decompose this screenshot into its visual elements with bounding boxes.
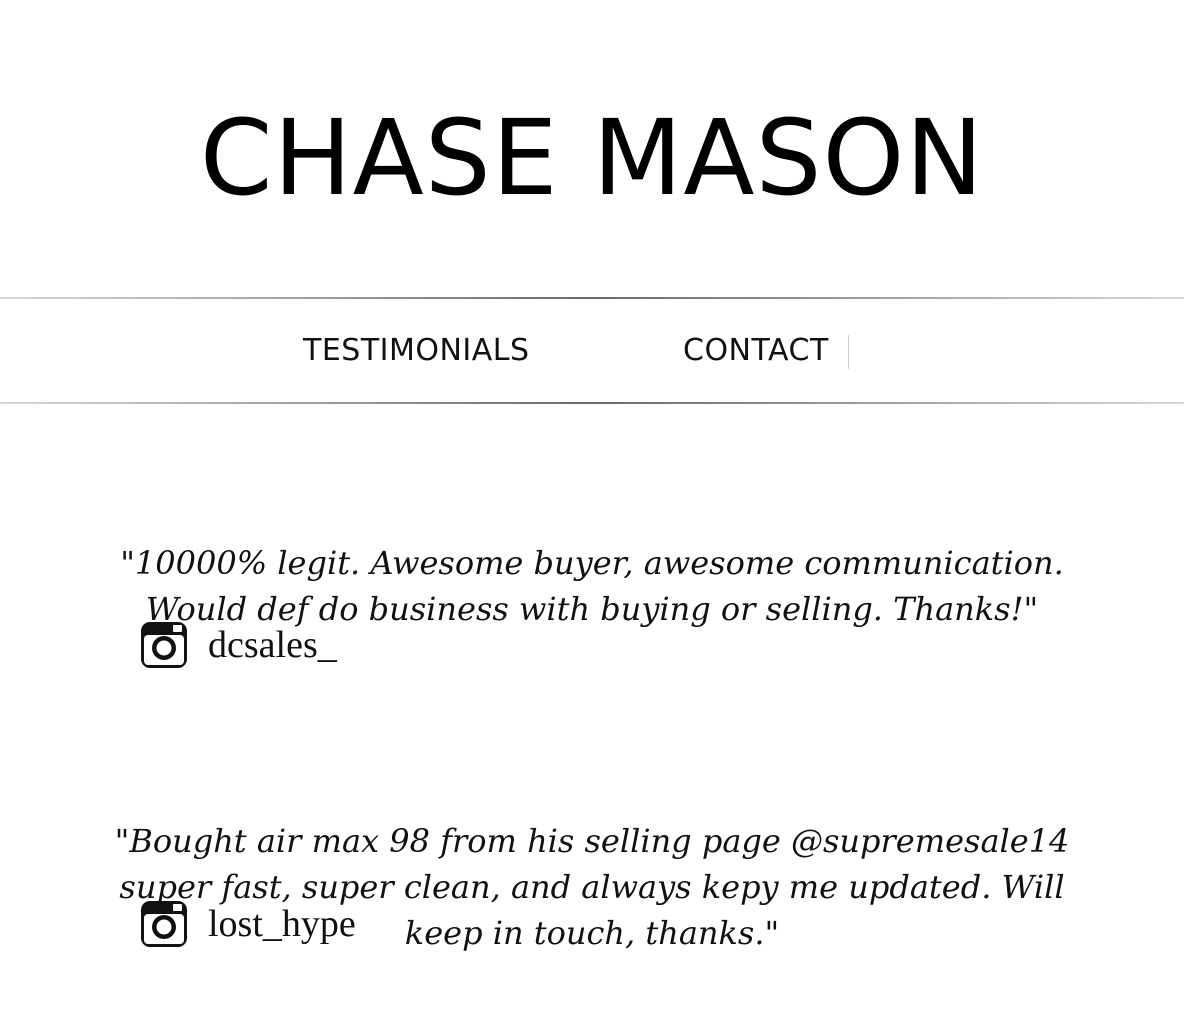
- text-cursor-caret: [848, 335, 849, 369]
- testimonial-author: dcsales_: [140, 621, 337, 669]
- nav-link-contact[interactable]: CONTACT: [683, 332, 829, 370]
- nav-top-divider: [0, 297, 1184, 299]
- site-title: CHASE MASON: [199, 97, 985, 219]
- testimonial-quote: "10000% legit. Awesome buyer, awesome co…: [120, 544, 1064, 628]
- testimonial-author: lost_hype: [140, 900, 356, 948]
- instagram-icon[interactable]: [140, 900, 188, 948]
- nav-bottom-divider: [0, 402, 1184, 404]
- testimonial-author-handle[interactable]: dcsales_: [208, 621, 337, 669]
- testimonial-author-handle[interactable]: lost_hype: [208, 900, 356, 948]
- instagram-icon[interactable]: [140, 621, 188, 669]
- nav-link-testimonials[interactable]: TESTIMONIALS: [303, 332, 530, 370]
